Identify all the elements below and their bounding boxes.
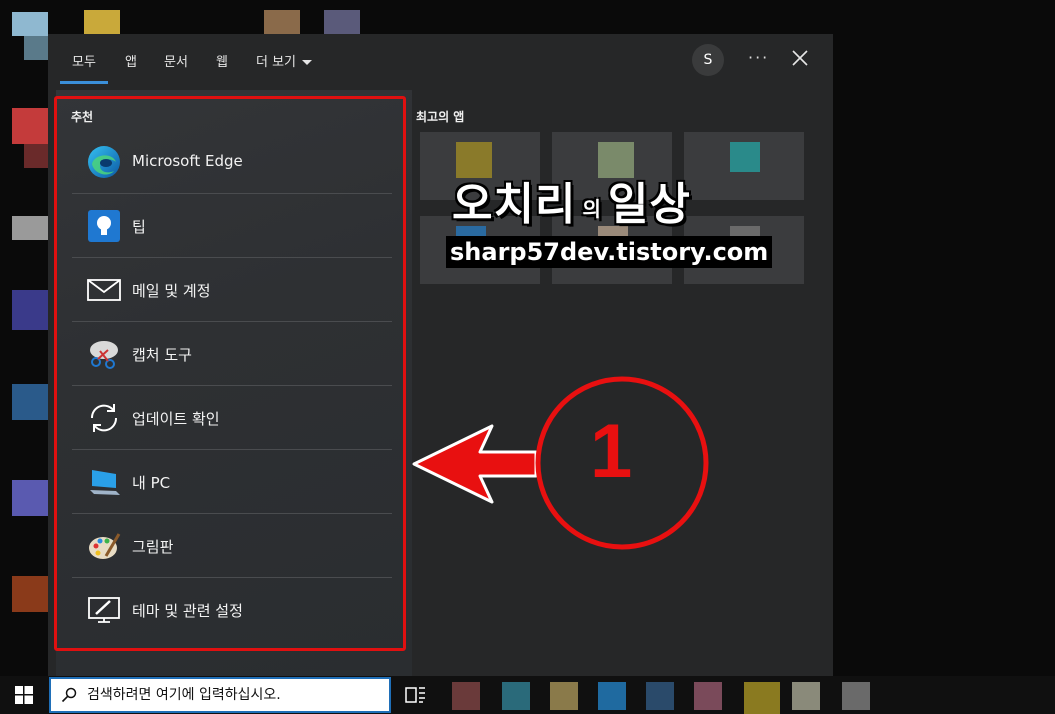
search-icon	[61, 687, 77, 703]
taskbar-app[interactable]	[694, 682, 722, 710]
taskbar-app[interactable]	[598, 682, 626, 710]
taskbar-app[interactable]	[502, 682, 530, 710]
taskbar-app[interactable]	[842, 682, 870, 710]
tab-more[interactable]: 더 보기	[256, 51, 313, 70]
task-view-icon[interactable]	[405, 685, 427, 705]
tab-documents[interactable]: 문서	[164, 51, 188, 70]
search-tabs: 모두 앱 문서 웹 더 보기 S ···	[48, 34, 833, 86]
close-icon[interactable]	[790, 46, 810, 70]
watermark-title: 오치리 의 일상	[452, 168, 691, 232]
taskbar-pinned-apps	[452, 682, 872, 714]
watermark-title-b: 의	[582, 196, 602, 221]
desktop-background	[0, 0, 48, 676]
desktop-icons-top	[84, 0, 364, 34]
taskbar	[0, 676, 1055, 714]
watermark-url: sharp57dev.tistory.com	[446, 236, 773, 268]
chevron-down-icon	[302, 60, 313, 65]
windows-start-icon[interactable]	[15, 686, 33, 704]
taskbar-app[interactable]	[792, 682, 820, 710]
taskbar-search-box[interactable]	[49, 677, 391, 713]
taskbar-app[interactable]	[744, 682, 780, 714]
taskbar-app[interactable]	[452, 682, 480, 710]
tab-apps[interactable]: 앱	[125, 51, 137, 70]
watermark-title-c: 일상	[607, 179, 691, 230]
top-apps-title: 최고의 앱	[416, 110, 465, 124]
avatar[interactable]: S	[692, 44, 724, 76]
tab-web[interactable]: 웹	[216, 51, 228, 70]
more-options-button[interactable]: ···	[748, 48, 769, 67]
annotation-arrow-icon	[412, 376, 709, 550]
tab-all[interactable]: 모두	[60, 51, 108, 84]
taskbar-app[interactable]	[646, 682, 674, 710]
search-input[interactable]	[87, 679, 382, 711]
annotation-number: 1	[590, 409, 633, 494]
watermark-title-a: 오치리	[452, 179, 577, 230]
highlight-box	[54, 96, 406, 651]
tab-more-label: 더 보기	[256, 55, 297, 70]
taskbar-app[interactable]	[550, 682, 578, 710]
top-app-tile[interactable]	[684, 132, 804, 200]
